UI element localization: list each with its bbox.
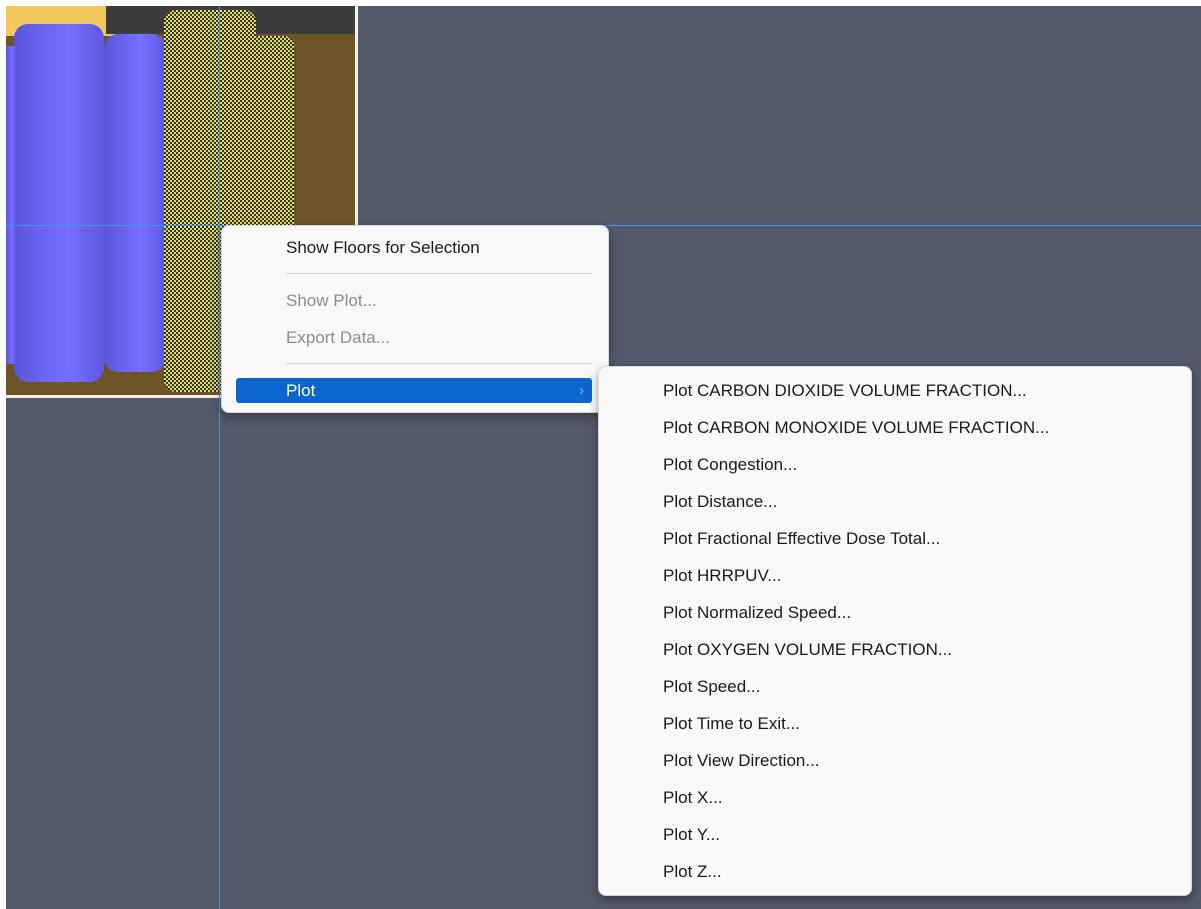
- submenu-item-plot-hrrpuv[interactable]: Plot HRRPUV...: [663, 564, 781, 588]
- menu-item-export-data: Export Data...: [286, 328, 390, 347]
- submenu-item-plot-oxygen-volume-fraction[interactable]: Plot OXYGEN VOLUME FRACTION...: [663, 638, 952, 662]
- menu-item-show-floors-for-selection[interactable]: Show Floors for Selection: [286, 236, 480, 260]
- column-object[interactable]: [104, 34, 166, 372]
- menu-item-plot[interactable]: Plot ›: [236, 378, 592, 403]
- plot-submenu: Plot CARBON DIOXIDE VOLUME FRACTION... P…: [598, 366, 1192, 896]
- submenu-item-plot-distance[interactable]: Plot Distance...: [663, 490, 777, 514]
- submenu-item-plot-congestion[interactable]: Plot Congestion...: [663, 453, 797, 477]
- submenu-item-plot-x[interactable]: Plot X...: [663, 786, 723, 810]
- submenu-item-plot-speed[interactable]: Plot Speed...: [663, 675, 760, 699]
- context-menu: Show Floors for Selection Show Plot... E…: [221, 225, 609, 413]
- submenu-item-plot-carbon-monoxide-volume-fraction[interactable]: Plot CARBON MONOXIDE VOLUME FRACTION...: [663, 416, 1049, 440]
- submenu-item-plot-fractional-effective-dose-total[interactable]: Plot Fractional Effective Dose Total...: [663, 527, 940, 551]
- column-object[interactable]: [6, 46, 16, 364]
- submenu-item-plot-view-direction[interactable]: Plot View Direction...: [663, 749, 820, 773]
- chevron-right-icon: ›: [579, 382, 584, 399]
- vertical-guide-line: [219, 6, 220, 909]
- submenu-item-plot-z[interactable]: Plot Z...: [663, 860, 722, 884]
- menu-separator: [286, 363, 592, 364]
- menu-item-plot-label: Plot: [286, 381, 316, 400]
- submenu-item-plot-normalized-speed[interactable]: Plot Normalized Speed...: [663, 601, 851, 625]
- submenu-item-plot-y[interactable]: Plot Y...: [663, 823, 720, 847]
- menu-separator: [286, 273, 592, 274]
- submenu-item-plot-time-to-exit[interactable]: Plot Time to Exit...: [663, 712, 800, 736]
- menu-item-show-plot: Show Plot...: [286, 291, 377, 310]
- submenu-item-plot-carbon-dioxide-volume-fraction[interactable]: Plot CARBON DIOXIDE VOLUME FRACTION...: [663, 379, 1027, 403]
- column-object[interactable]: [14, 24, 104, 382]
